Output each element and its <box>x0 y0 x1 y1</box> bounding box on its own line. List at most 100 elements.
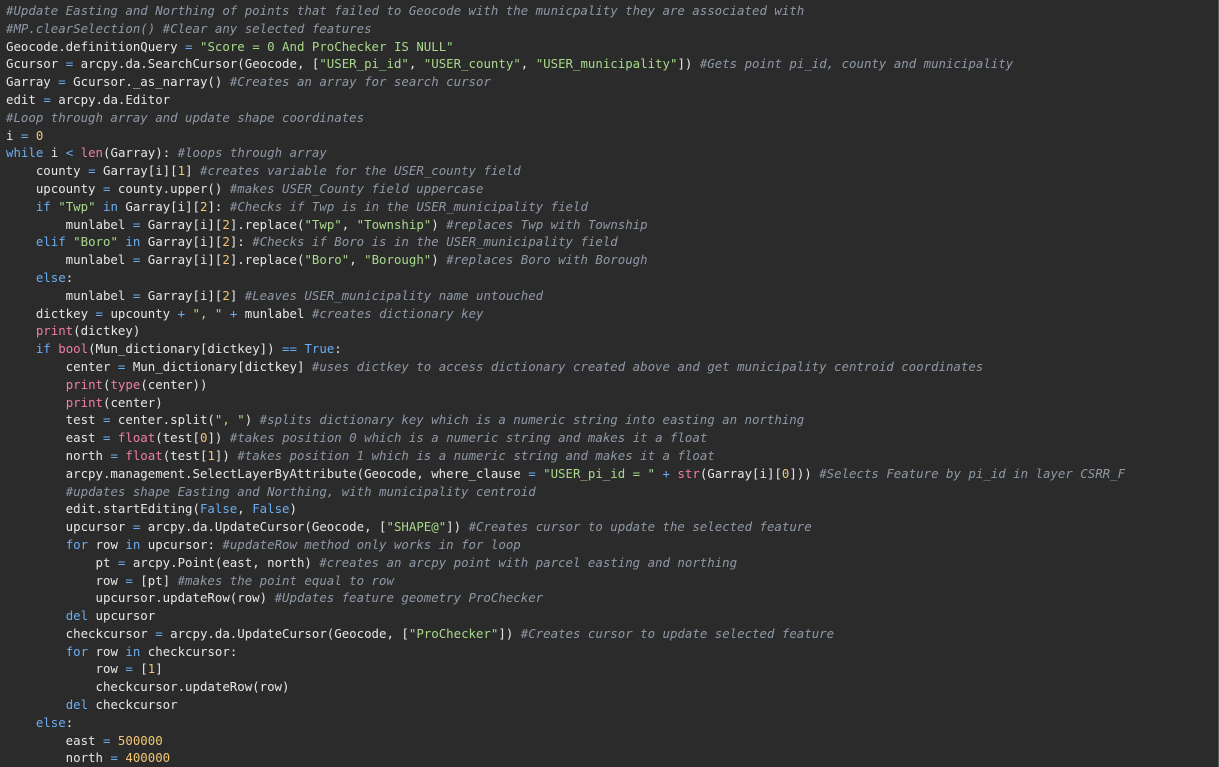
code-line[interactable]: checkcursor = arcpy.da.UpdateCursor(Geoc… <box>6 625 1125 643</box>
code-token-text: arcpy.da.SearchCursor(Geocode, [ <box>73 56 320 72</box>
code-line[interactable]: for row in upcursor: #updateRow method o… <box>6 536 1125 554</box>
code-line[interactable]: upcounty = county.upper() #makes USER_Co… <box>6 180 1125 198</box>
code-token-text: ]: <box>229 234 253 250</box>
code-line[interactable]: print(type(center)) <box>6 376 1125 394</box>
code-token-text: : <box>334 341 342 357</box>
code-token-text: checkcursor <box>88 697 178 713</box>
code-line[interactable]: pt = arcpy.Point(east, north) #creates a… <box>6 554 1125 572</box>
code-token-text: upcursor.updateRow(row) <box>6 590 275 606</box>
code-line[interactable]: checkcursor.updateRow(row) <box>6 678 1125 696</box>
code-token-text: (dictkey) <box>73 323 141 339</box>
code-line[interactable]: print(dictkey) <box>6 322 1125 340</box>
code-line[interactable]: Gcursor = arcpy.da.SearchCursor(Geocode,… <box>6 55 1125 73</box>
code-line[interactable]: del upcursor <box>6 607 1125 625</box>
code-token-keyword: in <box>125 643 141 659</box>
code-line[interactable]: else: <box>6 714 1125 732</box>
code-token-text: upcursor <box>88 608 156 624</box>
code-line[interactable]: north = 400000 <box>6 749 1125 767</box>
code-token-string: "Borough" <box>364 252 432 268</box>
code-line[interactable]: #updates shape Easting and Northing, wit… <box>6 483 1125 501</box>
code-line[interactable]: east = float(test[0]) #takes position 0 … <box>6 429 1125 447</box>
code-content[interactable]: #Update Easting and Northing of points t… <box>6 2 1125 767</box>
code-token-text: ]: <box>207 198 230 214</box>
code-line[interactable]: for row in checkcursor: <box>6 643 1125 661</box>
code-token-keyword: del <box>65 608 89 624</box>
code-token-text: east <box>6 430 103 446</box>
code-line[interactable]: edit = arcpy.da.Editor <box>6 91 1125 109</box>
code-line[interactable]: munlabel = Garray[i][2].replace("Boro", … <box>6 251 1125 269</box>
code-token-keyword: if <box>35 198 51 214</box>
code-token-text: county.upper() <box>110 180 230 196</box>
code-token-number: 2 <box>222 287 230 303</box>
code-token-builtin: type <box>110 376 141 392</box>
code-line[interactable]: else: <box>6 269 1125 287</box>
code-token-string: "Twp" <box>58 198 96 214</box>
code-token-comment: #Checks if Boro is in the USER_municipal… <box>252 234 618 250</box>
code-line[interactable]: #Loop through array and update shape coo… <box>6 109 1125 127</box>
code-line[interactable]: arcpy.management.SelectLayerByAttribute(… <box>6 465 1125 483</box>
code-token-operator: = <box>155 625 163 641</box>
code-line[interactable]: munlabel = Garray[i][2] #Leaves USER_mun… <box>6 287 1125 305</box>
code-line[interactable]: Geocode.definitionQuery = "Score = 0 And… <box>6 38 1125 56</box>
code-token-text: upcounty <box>103 305 178 321</box>
code-token-text: ) <box>431 252 447 268</box>
code-token-operator: = <box>125 661 133 677</box>
code-token-comment: #Selects Feature by pi_id in layer CSRR_… <box>819 465 1126 481</box>
code-token-text: arcpy.Point(east, north) <box>125 554 320 570</box>
code-token-operator: = <box>95 305 103 321</box>
code-line[interactable]: center = Mun_dictionary[dictkey] #uses d… <box>6 358 1125 376</box>
code-token-comment: #Checks if Twp is in the USER_municipali… <box>229 198 588 214</box>
code-token-keyword: in <box>103 198 118 214</box>
code-token-operator: = <box>125 572 133 588</box>
code-token-number: 400000 <box>125 750 171 766</box>
code-token-text: pt <box>6 554 118 570</box>
code-token-text: arcpy.management.SelectLayerByAttribute(… <box>6 465 529 481</box>
code-token-text: (test[ <box>162 447 208 463</box>
code-token-text: Garray[i][ <box>140 252 223 268</box>
code-line[interactable]: upcursor = arcpy.da.UpdateCursor(Geocode… <box>6 518 1125 536</box>
code-token-text: edit.startEditing( <box>6 501 200 517</box>
code-line[interactable]: county = Garray[i][1] #creates variable … <box>6 162 1125 180</box>
code-editor[interactable]: #Update Easting and Northing of points t… <box>0 0 1219 767</box>
code-token-operator: + <box>177 305 186 321</box>
code-line[interactable]: if bool(Mun_dictionary[dictkey]) == True… <box>6 340 1125 358</box>
code-line[interactable]: i = 0 <box>6 127 1125 145</box>
code-line[interactable]: row = [pt] #makes the point equal to row <box>6 572 1125 590</box>
code-line[interactable]: dictkey = upcounty + ", " + munlabel #cr… <box>6 305 1125 323</box>
code-token-keyword: else <box>35 714 66 730</box>
code-line[interactable]: east = 500000 <box>6 732 1125 750</box>
code-token-text: ] <box>185 163 200 179</box>
code-line[interactable]: print(center) <box>6 394 1125 412</box>
code-line[interactable]: upcursor.updateRow(row) #Updates feature… <box>6 589 1125 607</box>
code-token-text: , <box>237 501 253 517</box>
code-token-text: , <box>349 252 365 268</box>
code-token-builtin: float <box>125 447 163 463</box>
code-line[interactable]: if "Twp" in Garray[i][2]: #Checks if Twp… <box>6 198 1125 216</box>
code-line[interactable]: elif "Boro" in Garray[i][2]: #Checks if … <box>6 233 1125 251</box>
code-token-builtin: print <box>65 394 103 410</box>
code-token-text: ]) <box>207 430 230 446</box>
code-line[interactable]: while i < len(Garray): #loops through ar… <box>6 144 1125 162</box>
code-token-text: Garray[i][ <box>140 234 223 250</box>
code-token-comment: #updates shape Easting and Northing, wit… <box>65 483 536 499</box>
code-token-keyword: if <box>35 341 51 357</box>
code-line[interactable]: test = center.split(", ") #splits dictio… <box>6 411 1125 429</box>
code-line[interactable]: row = [1] <box>6 660 1125 678</box>
code-token-operator: = <box>528 465 536 481</box>
code-token-keyword: True <box>304 341 335 357</box>
code-token-comment: #takes position 1 which is a numeric str… <box>237 447 715 463</box>
code-line[interactable]: #Update Easting and Northing of points t… <box>6 2 1125 20</box>
code-token-text: center.split( <box>110 412 215 428</box>
code-token-string: "USER_municipality" <box>535 56 678 72</box>
code-line[interactable]: north = float(test[1]) #takes position 1… <box>6 447 1125 465</box>
code-line[interactable]: edit.startEditing(False, False) <box>6 500 1125 518</box>
code-line[interactable]: del checkcursor <box>6 696 1125 714</box>
code-line[interactable]: munlabel = Garray[i][2].replace("Twp", "… <box>6 216 1125 234</box>
code-line[interactable]: Garray = Gcursor._as_narray() #Creates a… <box>6 73 1125 91</box>
code-line[interactable]: #MP.clearSelection() #Clear any selected… <box>6 20 1125 38</box>
